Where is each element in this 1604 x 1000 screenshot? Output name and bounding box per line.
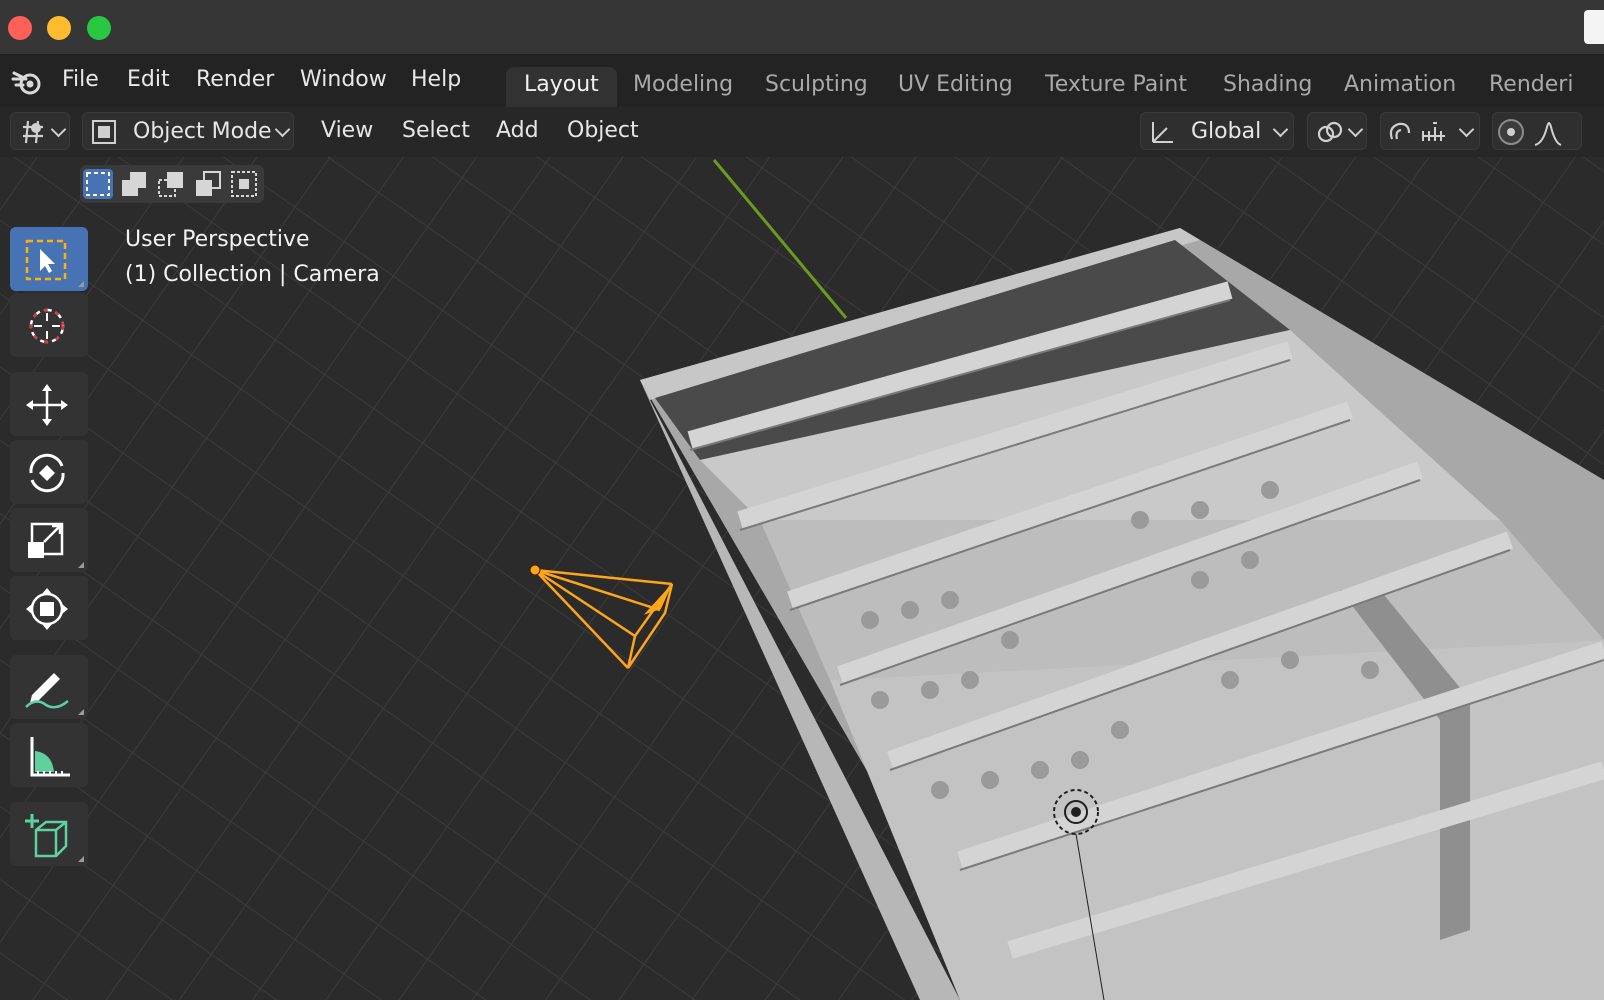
tool-measure[interactable]	[10, 723, 88, 787]
header-menu-add[interactable]: Add	[496, 118, 539, 143]
tool-options-indicator	[78, 709, 84, 715]
tab-sculpting[interactable]: Sculpting	[765, 67, 868, 107]
chevron-down-icon	[1458, 121, 1475, 138]
annotate-pencil-icon	[25, 673, 69, 709]
viewport-header: Object Mode View Select Add Object Globa…	[0, 107, 1604, 157]
add-cube-icon	[25, 814, 68, 858]
chevron-down-icon	[50, 121, 67, 138]
select-box-icon	[25, 239, 67, 281]
menu-file[interactable]: File	[62, 67, 99, 92]
rotate-icon	[29, 453, 65, 493]
select-extend-icon	[122, 172, 146, 196]
editor-type-icon	[23, 120, 43, 144]
measure-ruler-icon	[30, 737, 70, 777]
tab-texture-paint[interactable]: Texture Paint	[1045, 67, 1187, 107]
falloff-curve-icon	[1534, 122, 1562, 146]
cursor-icon	[29, 308, 65, 344]
pivot-point-button[interactable]	[1307, 112, 1367, 150]
tool-scale[interactable]	[10, 508, 88, 572]
minimize-window-button[interactable]	[47, 16, 71, 40]
tool-move[interactable]	[10, 372, 88, 436]
mode-selector[interactable]: Object Mode	[82, 112, 294, 150]
tab-shading[interactable]: Shading	[1223, 67, 1312, 107]
proportional-editing-button[interactable]	[1492, 112, 1582, 150]
title-bar	[0, 0, 1604, 55]
tool-options-indicator	[78, 281, 84, 287]
tool-cursor[interactable]	[10, 293, 88, 357]
transform-icon	[26, 588, 68, 630]
selection-mode-strip	[80, 165, 264, 203]
menu-render[interactable]: Render	[196, 67, 274, 92]
move-icon	[26, 384, 68, 426]
viewport-context-label: (1) Collection | Camera	[125, 262, 380, 287]
editor-type-button[interactable]	[10, 112, 70, 150]
tool-transform[interactable]	[10, 576, 88, 640]
select-subtract-icon	[158, 172, 183, 197]
tool-annotate[interactable]	[10, 655, 88, 719]
blender-logo-icon[interactable]	[10, 67, 44, 97]
close-window-button[interactable]	[8, 16, 32, 40]
header-menu-select[interactable]: Select	[402, 118, 470, 143]
snapping-button[interactable]	[1380, 112, 1480, 150]
pivot-icon	[1317, 121, 1343, 143]
snap-increment-icon	[1422, 122, 1445, 141]
select-invert-button[interactable]	[193, 169, 223, 199]
select-extend-button[interactable]	[119, 169, 149, 199]
orientation-label: Global	[1191, 119, 1262, 144]
maximize-window-button[interactable]	[87, 16, 111, 40]
select-intersect-button[interactable]	[229, 169, 259, 199]
select-subtract-button[interactable]	[156, 169, 186, 199]
select-intersect-icon	[231, 171, 257, 197]
tool-rotate[interactable]	[10, 440, 88, 504]
object-mode-icon	[92, 120, 116, 144]
top-menubar: File Edit Render Window Help Layout Mode…	[0, 55, 1604, 107]
scale-icon	[28, 522, 64, 558]
tool-add-cube[interactable]	[10, 802, 88, 866]
tool-select-box[interactable]	[10, 227, 88, 291]
menu-edit[interactable]: Edit	[127, 67, 170, 92]
mode-label: Object Mode	[133, 119, 272, 144]
tab-layout[interactable]: Layout	[506, 67, 617, 107]
chevron-down-icon	[274, 121, 291, 138]
tab-animation[interactable]: Animation	[1344, 67, 1456, 107]
3d-viewport[interactable]: User Perspective (1) Collection | Camera	[0, 157, 1604, 1000]
select-new-button[interactable]	[83, 169, 113, 199]
orientation-axes-icon	[1152, 122, 1173, 143]
magnet-icon	[1389, 122, 1411, 140]
tool-options-indicator	[78, 856, 84, 862]
transform-orientation-selector[interactable]: Global	[1140, 112, 1294, 150]
menu-window[interactable]: Window	[300, 67, 387, 92]
tab-uv-editing[interactable]: UV Editing	[898, 67, 1013, 107]
tab-modeling[interactable]: Modeling	[633, 67, 733, 107]
proportional-edit-icon	[1498, 119, 1524, 145]
select-new-icon	[86, 172, 110, 196]
viewport-perspective-label: User Perspective	[125, 227, 310, 252]
menu-help[interactable]: Help	[411, 67, 461, 92]
header-menu-view[interactable]: View	[321, 118, 373, 143]
tab-rendering[interactable]: Renderi	[1489, 67, 1573, 107]
chevron-down-icon	[1347, 121, 1364, 138]
header-menu-object[interactable]: Object	[567, 118, 639, 143]
chevron-down-icon	[1272, 121, 1289, 138]
select-invert-icon	[196, 171, 221, 196]
tool-options-indicator	[78, 562, 84, 568]
app-icon-partial	[1584, 10, 1604, 44]
